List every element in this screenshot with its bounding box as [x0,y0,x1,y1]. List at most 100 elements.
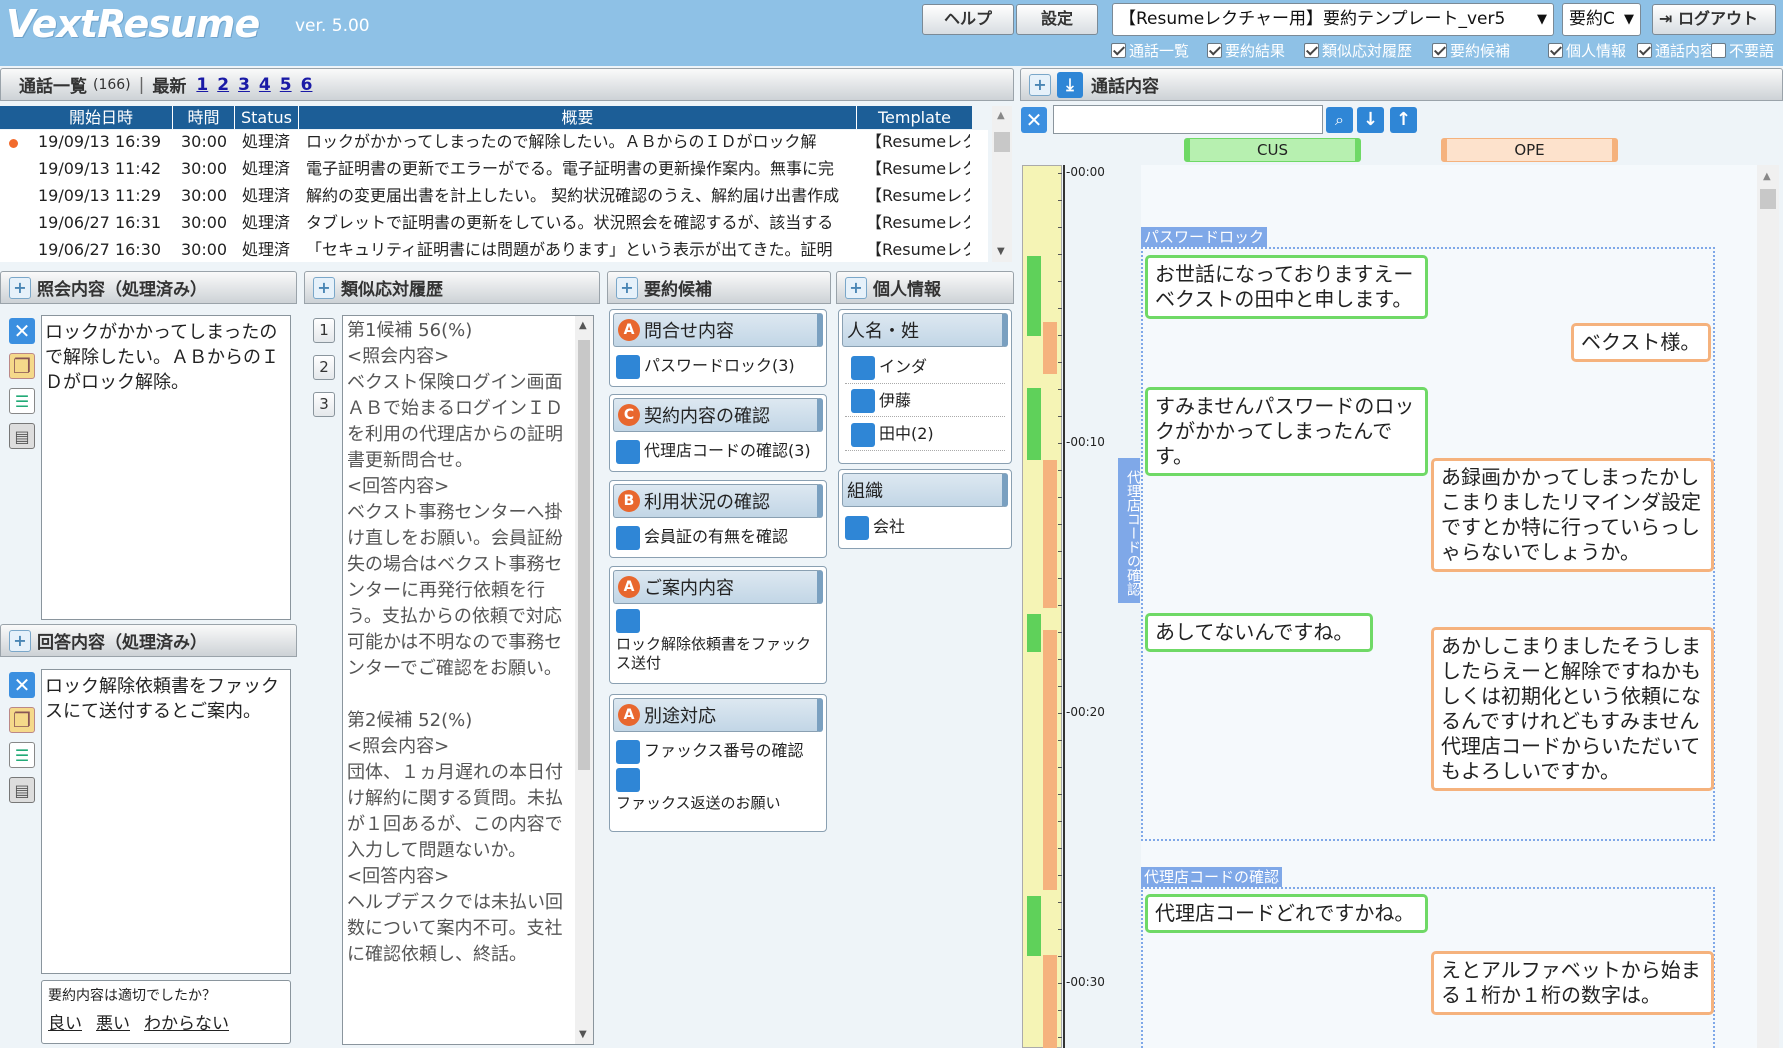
next-result-icon[interactable]: ↓ [1357,107,1384,133]
candidate-item[interactable]: ファックス番号の確認 [610,735,826,766]
cus-message[interactable]: お世話になっておりますえーベクストの田中と申します。 [1145,255,1428,319]
cus-message[interactable]: 代理店コードどれですかね。 [1145,894,1428,933]
similar-text-box[interactable]: 第1候補 56(%) <照会内容> ベクスト保険ログイン画面ＡＢで始まるログインＩＤ… [342,315,594,1045]
filter-6[interactable]: 不要語 [1711,40,1774,61]
page-link-2[interactable]: 2 [217,75,229,95]
checkbox[interactable] [1432,43,1447,58]
table-row[interactable]: 19/06/27 16:31 30:00 処理済 タブレットで証明書の更新をしている。… [0,211,988,235]
col-summary[interactable]: 概要 [299,106,857,129]
checkbox[interactable] [1111,43,1126,58]
timeline-segment[interactable] [1027,256,1041,336]
page-link-1[interactable]: 1 [196,75,208,95]
scroll-thumb[interactable] [578,340,590,770]
checkbox[interactable] [1207,43,1222,58]
timeline-segment[interactable] [1043,460,1057,608]
page-link-4[interactable]: 4 [259,75,271,95]
page-link-6[interactable]: 6 [301,75,313,95]
table-row[interactable]: 19/06/27 16:30 30:00 処理済 「セキュリティ証明書には問題がありま… [0,238,988,262]
search-icon[interactable] [845,515,869,540]
col-duration[interactable]: 時間 [173,106,235,129]
expand-icon[interactable]: + [9,629,31,652]
answer-text[interactable]: ロック解除依頼書をファックスにて送付するとご案内。 [41,669,291,974]
filter-1[interactable]: 要約結果 [1207,40,1285,61]
page-link-5[interactable]: 5 [280,75,292,95]
expand-icon[interactable]: + [9,276,31,299]
template-select[interactable]: 【Resumeレクチャー用】要約テンプレート_ver5 ▼ [1112,3,1554,36]
personal-org-item[interactable]: 会社 [839,510,1011,543]
page-link-3[interactable]: 3 [238,75,250,95]
filter-0[interactable]: 通話一覧 [1111,40,1189,61]
timeline-segment[interactable] [1043,955,1057,1048]
candidate-category[interactable]: C 契約内容の確認 [613,398,823,432]
summary-mode-select[interactable]: 要約C ▼ [1562,3,1641,36]
scroll-down-icon[interactable]: ▼ [997,246,1005,257]
search-icon[interactable] [616,609,640,633]
ope-message[interactable]: あかしこまりましたそうしましたらえーと解除ですねかもしくは初期化という依頼になる… [1431,627,1714,791]
clear-icon[interactable]: ✕ [9,672,35,698]
personal-name-item[interactable]: インダ [845,350,1005,384]
personal-org-category[interactable]: 組織 [842,473,1008,507]
candidate-2-button[interactable]: 2 [313,355,335,380]
candidate-item[interactable]: 会員証の有無を確認 [610,521,826,552]
candidate-item[interactable]: パスワードロック(3) [610,350,826,381]
candidate-1-button[interactable]: 1 [313,318,335,343]
transcript-scrollbar[interactable]: ▲ [1757,165,1779,1048]
cus-message[interactable]: あしてないんですね。 [1145,613,1373,652]
feedback-good-link[interactable]: 良い [48,1009,82,1034]
download-icon[interactable]: ⤓ [1057,71,1083,98]
insert-icon[interactable]: ☰ [9,388,35,414]
candidate-category[interactable]: A 問合せ内容 [613,313,823,347]
cus-message[interactable]: すみませんパスワードのロックがかかってしまったんです。 [1145,387,1428,476]
filter-2[interactable]: 類似応対履歴 [1304,40,1412,61]
help-button[interactable]: ヘルプ [922,4,1014,35]
clear-search-icon[interactable]: ✕ [1021,107,1047,133]
col-template[interactable]: Template [857,106,972,129]
similar-scrollbar[interactable]: ▲ ▼ [575,316,593,1044]
table-row[interactable]: 19/09/13 11:42 30:00 処理済 電子証明書の更新でエラーがでる。電子… [0,157,988,181]
expand-icon[interactable]: + [845,276,867,299]
candidate-item[interactable] [610,766,826,792]
search-icon[interactable] [616,767,640,792]
scroll-thumb[interactable] [1760,189,1776,209]
filter-3[interactable]: 要約候補 [1432,40,1510,61]
search-icon[interactable] [616,439,640,464]
search-icon[interactable] [616,354,640,379]
filter-4[interactable]: 個人情報 [1548,40,1626,61]
col-date[interactable]: 開始日時 [30,106,173,129]
ope-message[interactable]: ベクスト様。 [1571,323,1711,362]
copy-icon[interactable]: ❐ [9,353,35,379]
scroll-up-icon[interactable]: ▲ [1763,171,1771,182]
candidate-item[interactable]: ロック解除依頼書をファックス送付 [610,633,826,675]
ope-message[interactable]: あ録画かかってしまったかしこまりましたリマインダ設定ですとか特に行っていらっしゃ… [1431,458,1714,572]
feedback-unknown-link[interactable]: わからない [144,1009,229,1034]
expand-icon[interactable]: + [1029,73,1051,96]
scroll-up-icon[interactable]: ▲ [579,320,587,331]
search-icon[interactable] [851,422,875,447]
expand-icon[interactable]: + [313,276,335,299]
candidate-category[interactable]: B 利用状況の確認 [613,484,823,518]
filter-5[interactable]: 通話内容 [1637,40,1715,61]
search-icon[interactable] [616,525,640,550]
save-icon[interactable]: ▤ [9,777,35,803]
candidate-item[interactable]: ファックス返送のお願い [610,792,826,815]
scroll-down-icon[interactable]: ▼ [579,1029,587,1040]
personal-name-category[interactable]: 人名・姓 [842,313,1008,347]
candidate-item[interactable]: 代理店コードの確認(3) [610,435,826,466]
scroll-up-icon[interactable]: ▲ [997,110,1005,121]
col-status[interactable]: Status [235,106,299,129]
inquiry-text[interactable]: ロックがかかってしまったので解除したい。ＡＢからのＩＤがロック解除。 [41,315,291,620]
prev-result-icon[interactable]: ↑ [1390,107,1417,133]
settings-button[interactable]: 設定 [1016,4,1098,35]
feedback-bad-link[interactable]: 悪い [96,1009,130,1034]
copy-icon[interactable]: ❐ [9,707,35,733]
transcript-search-input[interactable] [1053,105,1323,134]
search-icon[interactable] [616,739,640,764]
timeline-segment[interactable] [1027,614,1041,652]
ope-message[interactable]: えとアルファベットから始まる１桁か１桁の数字は。 [1431,951,1714,1015]
search-icon[interactable] [851,355,875,380]
insert-icon[interactable]: ☰ [9,742,35,768]
call-table-scrollbar[interactable]: ▲ ▼ [992,106,1012,262]
search-icon[interactable] [851,389,875,413]
candidate-item[interactable] [610,607,826,633]
logout-button[interactable]: ⇥ ログアウト [1652,4,1776,35]
